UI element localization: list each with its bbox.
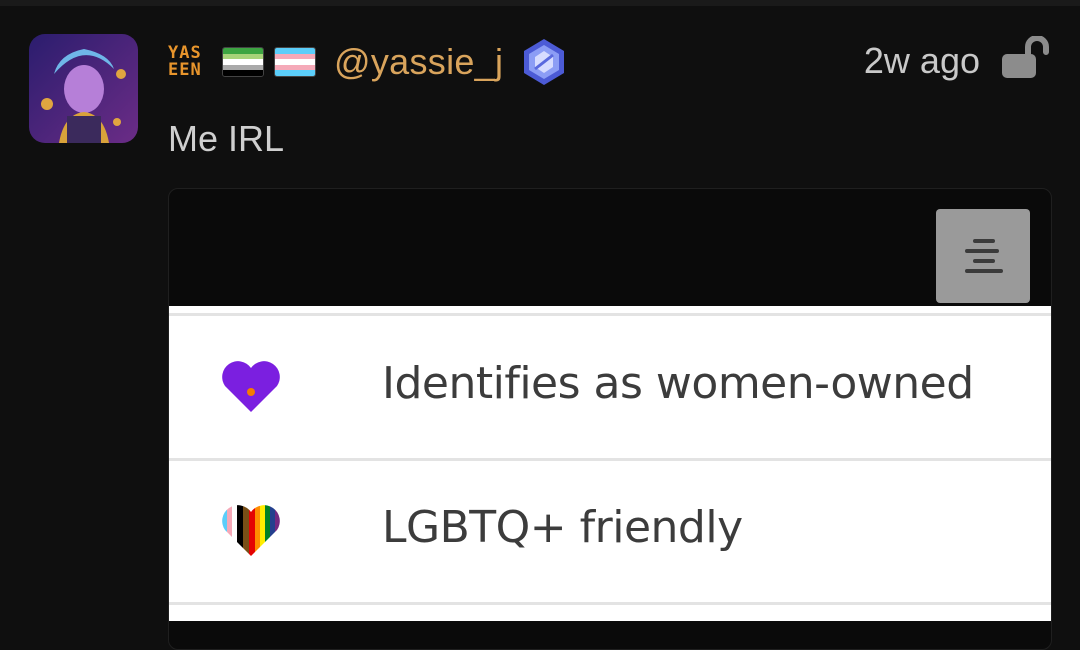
- divider: [169, 458, 1051, 461]
- image-embed[interactable]: Identifies as women-owned LGBTQ+ friendl…: [168, 188, 1052, 650]
- attribute-label-lgbtq: LGBTQ+ friendly: [382, 502, 743, 553]
- menu-button[interactable]: [936, 209, 1030, 303]
- divider: [169, 602, 1051, 605]
- unlocked-icon[interactable]: [1000, 36, 1052, 80]
- post-text: Me IRL: [168, 118, 285, 159]
- aromantic-flag-icon: [222, 47, 264, 77]
- gem-badge-icon: [524, 39, 565, 85]
- purple-heart-icon: [222, 361, 280, 412]
- rainbow-heart-icon: [222, 505, 280, 556]
- avatar[interactable]: [29, 34, 138, 143]
- post-header: YAS EEN @yassie_j: [168, 36, 569, 88]
- username-link[interactable]: @yassie_j: [334, 41, 503, 83]
- yaseen-badge: YAS EEN: [168, 43, 202, 80]
- menu-lines-icon: [965, 239, 1003, 273]
- attributes-screenshot: Identifies as women-owned LGBTQ+ friendl…: [169, 306, 1051, 621]
- post-timestamp[interactable]: 2w ago: [864, 40, 980, 82]
- attribute-label-women-owned: Identifies as women-owned: [382, 358, 974, 409]
- top-divider: [0, 0, 1080, 6]
- transgender-flag-icon: [274, 47, 316, 77]
- divider: [169, 313, 1051, 316]
